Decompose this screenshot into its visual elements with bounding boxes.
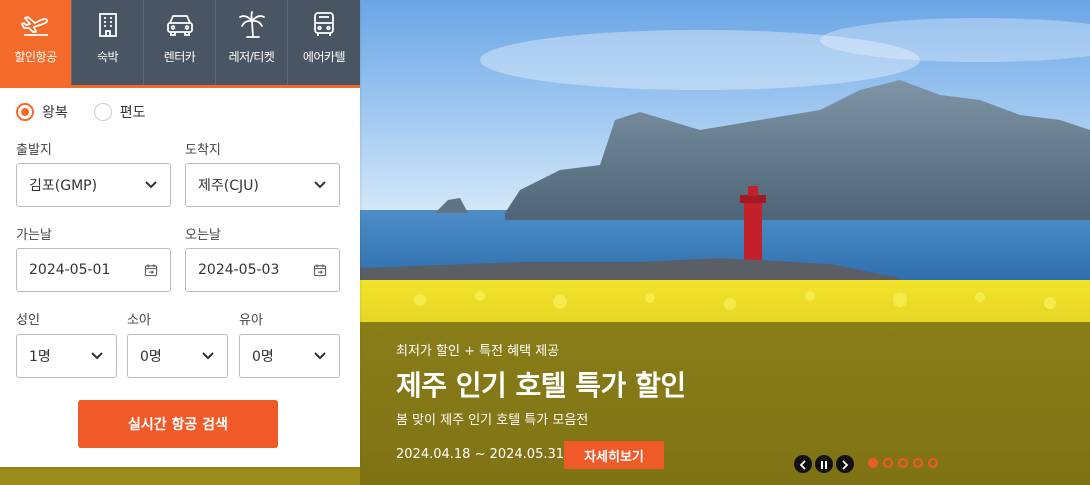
adult-select[interactable]: 1명	[16, 334, 117, 378]
radio-unselected-icon	[93, 103, 112, 121]
chevron-down-icon	[313, 349, 327, 363]
arrival-value: 제주(CJU)	[198, 178, 259, 194]
chevron-down-icon	[144, 178, 158, 192]
child-value: 0명	[140, 349, 162, 365]
round-trip-radio[interactable]: 왕복	[16, 102, 68, 122]
tab-aircartel[interactable]: 에어카텔	[288, 0, 360, 85]
tab-underline	[0, 85, 360, 88]
infant-value: 0명	[252, 349, 274, 365]
tab-flights[interactable]: 할인항공	[0, 0, 72, 85]
banner-headline: 제주 인기 호텔 특가 할인	[396, 369, 686, 402]
more-details-button[interactable]: 자세히보기	[564, 441, 664, 469]
airplane-icon	[20, 10, 51, 40]
tab-label: 숙박	[96, 50, 119, 64]
adult-value: 1명	[29, 349, 51, 365]
flight-search-panel: 할인항공 숙박 렌터카 레저/티켓 에어카텔 왕복 편도 출발지 도착지 김포(…	[0, 0, 360, 467]
pause-icon	[820, 455, 828, 474]
bus-icon	[311, 10, 337, 40]
slide-indicator[interactable]	[898, 458, 908, 468]
depart-date-label: 가는날	[16, 228, 52, 243]
one-way-label: 편도	[119, 105, 146, 121]
trip-type-selector: 왕복 편도	[16, 102, 146, 122]
child-select[interactable]: 0명	[127, 334, 228, 378]
car-icon	[165, 10, 195, 40]
tab-label: 할인항공	[14, 50, 57, 64]
tab-label: 레저/티켓	[228, 50, 275, 64]
chevron-down-icon	[201, 349, 215, 363]
banner-subtitle: 최저가 할인 + 특전 혜택 제공	[396, 344, 560, 359]
tab-rentacar[interactable]: 렌터카	[144, 0, 216, 85]
departure-label: 출발지	[16, 143, 52, 158]
one-way-radio[interactable]: 편도	[93, 102, 146, 122]
banner-period: 2024.04.18 ~ 2024.05.31	[396, 447, 565, 462]
return-date-label: 오는날	[185, 228, 221, 243]
return-date-value: 2024-05-03	[198, 262, 280, 278]
hotel-icon	[96, 10, 120, 40]
depart-date-value: 2024-05-01	[29, 262, 111, 278]
tab-label: 에어카텔	[302, 50, 346, 64]
slide-indicator[interactable]	[913, 458, 923, 468]
chevron-right-icon	[841, 455, 849, 474]
category-tabs: 할인항공 숙박 렌터카 레저/티켓 에어카텔	[0, 0, 360, 88]
chevron-down-icon	[90, 349, 104, 363]
infant-label: 유아	[239, 313, 263, 328]
radio-selected-icon	[16, 103, 34, 121]
infant-select[interactable]: 0명	[239, 334, 340, 378]
slide-indicator[interactable]	[868, 458, 878, 468]
slide-indicator[interactable]	[883, 458, 893, 468]
calendar-icon	[144, 263, 158, 277]
prev-slide-button[interactable]	[794, 455, 812, 473]
adult-label: 성인	[16, 313, 40, 328]
banner-description: 봄 맞이 제주 인기 호텔 특가 모음전	[396, 413, 589, 428]
departure-select[interactable]: 김포(GMP)	[16, 163, 171, 207]
search-flights-button[interactable]: 실시간 항공 검색	[78, 400, 278, 448]
tab-hotels[interactable]: 숙박	[72, 0, 144, 85]
tab-leisure[interactable]: 레저/티켓	[216, 0, 288, 85]
round-trip-label: 왕복	[42, 105, 68, 121]
slide-indicator[interactable]	[928, 458, 938, 468]
chevron-down-icon	[313, 178, 327, 192]
return-date-input[interactable]: 2024-05-03	[185, 248, 340, 292]
palm-tree-icon	[237, 10, 267, 40]
tab-label: 렌터카	[163, 50, 196, 64]
pause-slide-button[interactable]	[815, 455, 833, 473]
chevron-left-icon	[799, 455, 807, 474]
depart-date-input[interactable]: 2024-05-01	[16, 248, 171, 292]
child-label: 소아	[127, 313, 151, 328]
next-slide-button[interactable]	[836, 455, 854, 473]
arrival-label: 도착지	[185, 143, 221, 158]
departure-value: 김포(GMP)	[29, 178, 98, 194]
calendar-icon	[313, 263, 327, 277]
arrival-select[interactable]: 제주(CJU)	[185, 163, 340, 207]
